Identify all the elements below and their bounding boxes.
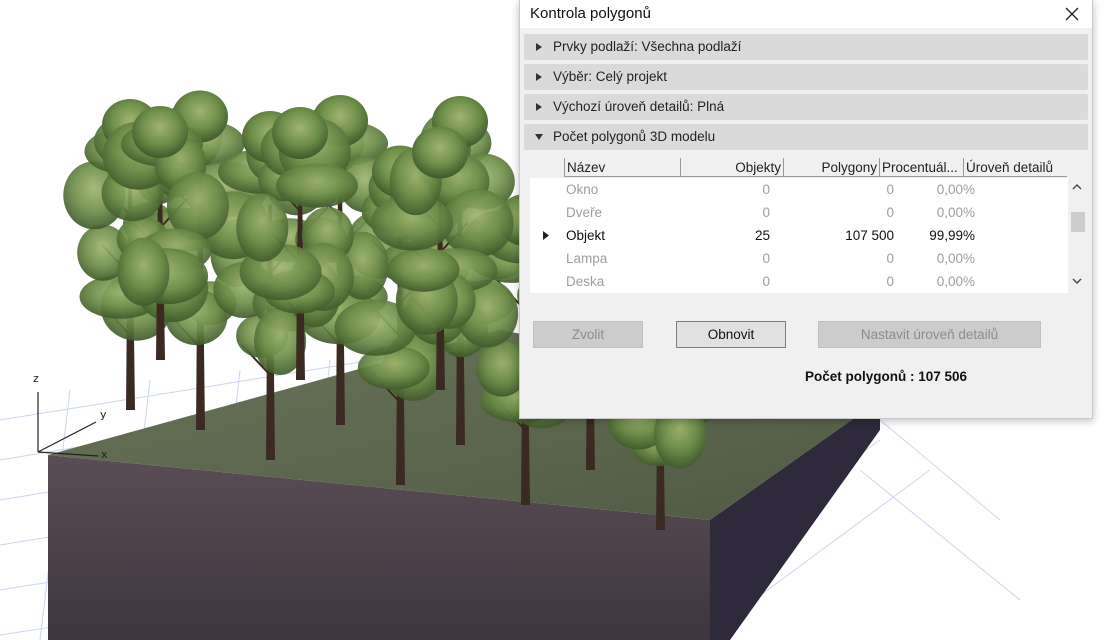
chevron-down-icon[interactable] bbox=[1070, 274, 1084, 288]
section-label: Výchozí úroveň detailů: Plná bbox=[553, 99, 725, 114]
cell-polygons: 107 500 bbox=[845, 228, 894, 243]
cell-polygons: 0 bbox=[886, 251, 894, 266]
expand-row-icon[interactable] bbox=[542, 231, 550, 240]
cell-percent: 0,00% bbox=[936, 274, 975, 289]
total-polygon-count: Počet polygonů : 107 506 bbox=[805, 369, 968, 384]
column-header-name[interactable]: Název bbox=[564, 158, 680, 177]
cell-polygons: 0 bbox=[886, 205, 894, 220]
cell-percent: 0,00% bbox=[936, 251, 975, 266]
cell-objects: 0 bbox=[762, 205, 770, 220]
refresh-button[interactable]: Obnovit bbox=[676, 321, 786, 348]
cell-name: Objekt bbox=[566, 228, 606, 243]
column-header-objects[interactable]: Objekty bbox=[680, 158, 783, 177]
column-header-detail[interactable]: Úroveň detailů bbox=[963, 158, 1067, 177]
column-header-percent[interactable]: Procentuál... bbox=[879, 158, 963, 177]
set-detail-button[interactable]: Nastavit úroveň detailů bbox=[818, 321, 1041, 348]
axis-x-label: x bbox=[101, 448, 108, 461]
chevron-up-icon[interactable] bbox=[1070, 180, 1084, 194]
cell-polygons: 0 bbox=[886, 274, 894, 289]
section-polygon-count[interactable]: Počet polygonů 3D modelu bbox=[524, 124, 1088, 150]
table-body: Okno 0 0 0,00% Dveře 0 0 0,00% Objekt 25 107 500 99… bbox=[530, 178, 1068, 293]
section-label: Prvky podlaží: Všechna podlaží bbox=[553, 39, 742, 54]
cell-polygons: 0 bbox=[886, 182, 894, 197]
axis-y-label: y bbox=[100, 408, 107, 421]
table-row[interactable]: Objekt 25 107 500 99,99% bbox=[530, 224, 1068, 247]
axis-z-label: z bbox=[33, 372, 39, 385]
cell-percent: 0,00% bbox=[936, 182, 975, 197]
column-header-polygons[interactable]: Polygony bbox=[783, 158, 879, 177]
caret-down-icon bbox=[535, 134, 543, 140]
scroll-thumb[interactable] bbox=[1071, 212, 1085, 232]
caret-right-icon bbox=[536, 73, 542, 81]
section-story-elements[interactable]: Prvky podlaží: Všechna podlaží bbox=[524, 34, 1088, 60]
dialog-titlebar[interactable]: Kontrola polygonů bbox=[520, 0, 1092, 28]
section-selection[interactable]: Výběr: Celý projekt bbox=[524, 64, 1088, 90]
section-default-detail[interactable]: Výchozí úroveň detailů: Plná bbox=[524, 94, 1088, 120]
table-row[interactable]: Lampa 0 0 0,00% bbox=[530, 247, 1068, 270]
cell-objects: 0 bbox=[762, 251, 770, 266]
close-icon bbox=[1065, 7, 1079, 21]
caret-right-icon bbox=[536, 43, 542, 51]
cell-name: Dveře bbox=[566, 205, 603, 220]
cell-objects: 0 bbox=[762, 182, 770, 197]
polygon-check-dialog: Kontrola polygonů Prvky podlaží: Všechna… bbox=[519, 0, 1093, 419]
cell-name: Lampa bbox=[566, 251, 608, 266]
dialog-title: Kontrola polygonů bbox=[530, 5, 651, 22]
table-scrollbar[interactable] bbox=[1068, 178, 1086, 294]
cell-percent: 0,00% bbox=[936, 205, 975, 220]
select-button[interactable]: Zvolit bbox=[533, 321, 643, 348]
cell-objects: 0 bbox=[762, 274, 770, 289]
table-row[interactable]: Okno 0 0 0,00% bbox=[530, 178, 1068, 201]
table-header: Název Objekty Polygony Procentuál... Úro… bbox=[564, 158, 1074, 178]
section-label: Výběr: Celý projekt bbox=[553, 69, 668, 84]
cell-percent: 99,99% bbox=[929, 228, 975, 243]
cell-objects: 25 bbox=[754, 228, 770, 243]
cell-name: Deska bbox=[566, 274, 605, 289]
caret-right-icon bbox=[536, 103, 542, 111]
polygon-table: Název Objekty Polygony Procentuál... Úro… bbox=[530, 154, 1078, 294]
close-button[interactable] bbox=[1060, 2, 1084, 26]
cell-name: Okno bbox=[566, 182, 599, 197]
section-label: Počet polygonů 3D modelu bbox=[553, 129, 716, 144]
table-row[interactable]: Dveře 0 0 0,00% bbox=[530, 201, 1068, 224]
table-row[interactable]: Deska 0 0 0,00% bbox=[530, 270, 1068, 293]
